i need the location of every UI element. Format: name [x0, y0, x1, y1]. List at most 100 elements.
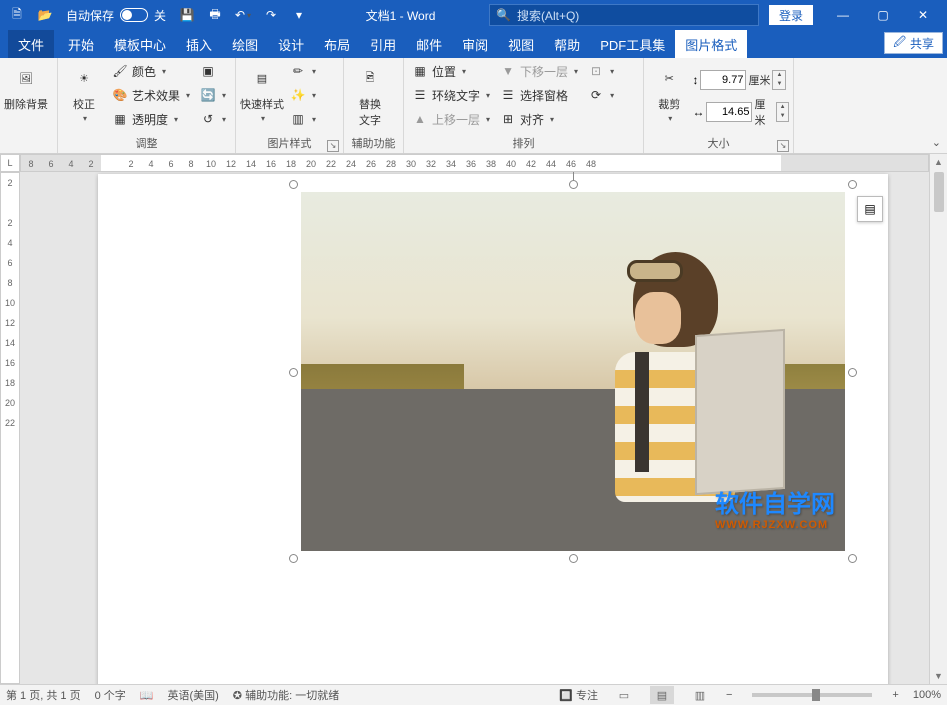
send-backward-button[interactable]: ▼下移一层▾ [496, 60, 582, 82]
group-objects-button[interactable]: ⊡▾ [584, 60, 618, 82]
selected-image[interactable]: 软件自学网WWW.RJZXW.COM ▤ [293, 184, 853, 559]
resize-handle-tl[interactable] [289, 180, 298, 189]
resize-handle-t[interactable] [569, 180, 578, 189]
document-canvas[interactable]: 软件自学网WWW.RJZXW.COM ▤ [20, 172, 929, 684]
height-input[interactable] [700, 70, 746, 90]
scroll-up-icon[interactable]: ▲ [930, 154, 947, 170]
share-button[interactable]: 🖉 共享 [884, 32, 943, 54]
layout-options-button[interactable]: ▤ [857, 196, 883, 222]
color-button[interactable]: 🖌颜色▾ [108, 60, 194, 82]
horizontal-ruler[interactable]: 8642246810121416182022242628303234363840… [20, 154, 929, 172]
crop-button[interactable]: ✂裁剪▾ [648, 60, 690, 137]
height-spinner[interactable]: ▲▼ [772, 70, 786, 90]
ribbon: 🖼删除背景 ☀校正▾ 🖌颜色▾ 🎨艺术效果▾ ▦透明度▾ ▣ 🔄▾ ↺▾ 调整 … [0, 58, 947, 154]
work-area: L 86422468101214161820222426283032343638… [0, 154, 947, 684]
selection-pane-button[interactable]: ☰选择窗格 [496, 84, 582, 106]
tab-insert[interactable]: 插入 [176, 30, 222, 58]
corrections-button[interactable]: ☀校正▾ [62, 60, 106, 137]
tab-home[interactable]: 开始 [58, 30, 104, 58]
picture-effects-button[interactable]: ✨▾ [286, 84, 320, 106]
zoom-slider[interactable] [752, 693, 872, 697]
ruler-corner[interactable]: L [0, 154, 20, 172]
wrap-text-button[interactable]: ☰环绕文字▾ [408, 84, 494, 106]
compress-pictures-button[interactable]: ▣ [196, 60, 230, 82]
read-mode-icon[interactable]: ▭ [612, 686, 636, 704]
scroll-thumb[interactable] [934, 172, 944, 212]
alt-text-button[interactable]: 🖻替换 文字 [348, 60, 392, 137]
bring-forward-button[interactable]: ▲上移一层▾ [408, 108, 494, 130]
tab-references[interactable]: 引用 [360, 30, 406, 58]
group-label-accessibility: 辅助功能 [348, 137, 399, 153]
close-button[interactable]: ✕ [903, 0, 943, 30]
word-count[interactable]: 0 个字 [95, 687, 126, 703]
dialog-launcher-icon[interactable]: ↘ [327, 140, 339, 152]
group-accessibility: 🖻替换 文字 辅助功能 [344, 58, 404, 153]
width-input[interactable] [706, 102, 752, 122]
align-button[interactable]: ⊞对齐▾ [496, 108, 582, 130]
tab-help[interactable]: 帮助 [544, 30, 590, 58]
redo-icon[interactable]: ↷ [258, 2, 284, 28]
zoom-in-button[interactable]: + [892, 689, 898, 701]
web-layout-icon[interactable]: ▥ [688, 686, 712, 704]
tab-templates[interactable]: 模板中心 [104, 30, 176, 58]
watermark: 软件自学网WWW.RJZXW.COM [715, 484, 835, 531]
focus-mode-button[interactable]: 🔲 专注 [559, 687, 598, 703]
spellcheck-icon[interactable]: 📖 [140, 689, 154, 702]
login-button[interactable]: 登录 [769, 5, 813, 25]
autosave-toggle[interactable]: 自动保存 关 [60, 7, 172, 24]
page-indicator[interactable]: 第 1 页, 共 1 页 [6, 687, 81, 703]
resize-handle-b[interactable] [569, 554, 578, 563]
width-spinner[interactable]: ▲▼ [776, 102, 789, 122]
dialog-launcher-icon[interactable]: ↘ [777, 140, 789, 152]
change-picture-button[interactable]: 🔄▾ [196, 84, 230, 106]
tab-layout[interactable]: 布局 [314, 30, 360, 58]
alt-text-icon: 🖻 [354, 62, 386, 94]
language-indicator[interactable]: 英语(美国) [167, 687, 218, 703]
zoom-out-button[interactable]: − [726, 689, 732, 701]
resize-handle-tr[interactable] [848, 180, 857, 189]
picture-border-button[interactable]: ✏▾ [286, 60, 320, 82]
rotate-button[interactable]: ⟳▾ [584, 84, 618, 106]
width-icon: ↔ [692, 105, 704, 119]
tab-draw[interactable]: 绘图 [222, 30, 268, 58]
tab-view[interactable]: 视图 [498, 30, 544, 58]
tab-review[interactable]: 审阅 [452, 30, 498, 58]
zoom-level[interactable]: 100% [913, 689, 941, 701]
accessibility-status[interactable]: ✪ 辅助功能: 一切就绪 [233, 687, 339, 703]
save-icon[interactable]: 💾 [174, 2, 200, 28]
tab-picture-format[interactable]: 图片格式 [675, 30, 747, 58]
resize-handle-l[interactable] [289, 368, 298, 377]
artistic-effects-button[interactable]: 🎨艺术效果▾ [108, 84, 194, 106]
group-label-picture-styles: 图片样式↘ [240, 137, 339, 153]
vertical-scrollbar[interactable]: ▲ ▼ [929, 154, 947, 684]
vertical-ruler[interactable]: 2246810121416182022 [0, 172, 20, 684]
resize-handle-br[interactable] [848, 554, 857, 563]
photo-content: 软件自学网WWW.RJZXW.COM [301, 192, 845, 551]
remove-background-button[interactable]: 🖼删除背景 [4, 60, 48, 137]
picture-layout-button[interactable]: ▥▾ [286, 108, 320, 130]
toggle-off-icon[interactable] [120, 8, 148, 22]
quick-styles-button[interactable]: ▤快速样式▾ [240, 60, 284, 137]
resize-handle-r[interactable] [848, 368, 857, 377]
tab-file[interactable]: 文件 [8, 30, 54, 58]
qat-more-icon[interactable]: ▾ [286, 2, 312, 28]
new-file-icon[interactable]: 🗎 [4, 2, 30, 28]
reset-picture-button[interactable]: ↺▾ [196, 108, 230, 130]
restore-button[interactable]: ▢ [863, 0, 903, 30]
transparency-button[interactable]: ▦透明度▾ [108, 108, 194, 130]
tab-pdf-tools[interactable]: PDF工具集 [590, 30, 675, 58]
scroll-down-icon[interactable]: ▼ [930, 668, 947, 684]
print-icon[interactable]: 🖶 [202, 2, 228, 28]
resize-handle-bl[interactable] [289, 554, 298, 563]
minimize-button[interactable]: — [823, 0, 863, 30]
tab-mailings[interactable]: 邮件 [406, 30, 452, 58]
undo-icon[interactable]: ↶▾ [230, 2, 256, 28]
tab-design[interactable]: 设计 [268, 30, 314, 58]
print-layout-icon[interactable]: ▤ [650, 686, 674, 704]
search-box[interactable]: 🔍 搜索(Alt+Q) [489, 4, 759, 26]
quick-access-toolbar: 🗎 📂 自动保存 关 💾 🖶 ↶▾ ↷ ▾ [4, 2, 312, 28]
collapse-ribbon-icon[interactable]: ⌄ [932, 136, 941, 149]
autosave-label: 自动保存 [66, 7, 114, 24]
open-file-icon[interactable]: 📂 [32, 2, 58, 28]
position-button[interactable]: ▦位置▾ [408, 60, 494, 82]
